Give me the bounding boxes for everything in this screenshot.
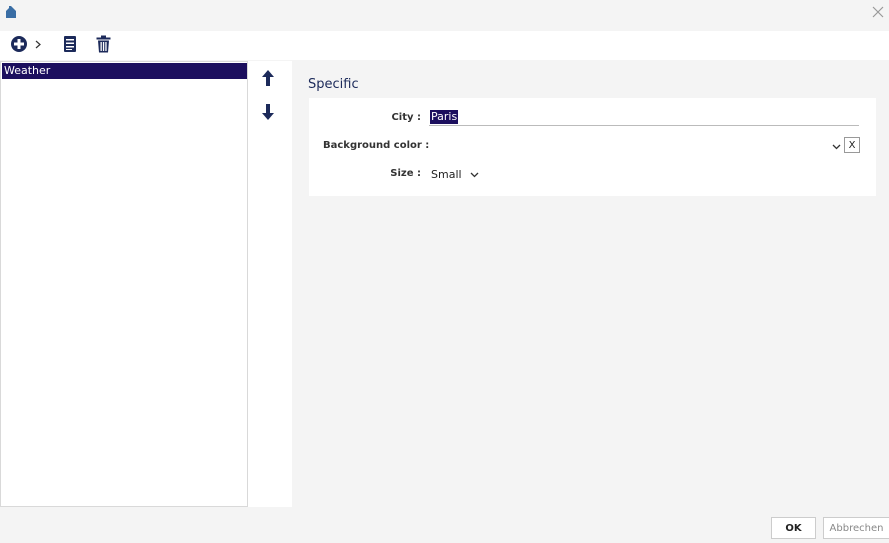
ok-button[interactable]: OK	[771, 517, 816, 539]
form-card: City : Paris Background color : X Size :…	[309, 98, 876, 196]
widget-list: Weather	[0, 61, 248, 507]
document-icon	[63, 35, 77, 56]
chevron-down-icon	[462, 168, 479, 181]
arrow-down-icon	[261, 103, 275, 124]
cancel-button[interactable]: Abbrechen	[823, 517, 889, 539]
move-down-button[interactable]	[260, 103, 276, 123]
clear-background-button[interactable]: X	[844, 137, 860, 153]
background-color-label: Background color :	[323, 140, 430, 151]
size-select[interactable]: Small	[431, 166, 479, 182]
move-up-button[interactable]	[260, 69, 276, 89]
city-label: City :	[391, 112, 421, 123]
city-input[interactable]	[429, 108, 859, 126]
list-item[interactable]: Weather	[2, 63, 247, 79]
size-value: Small	[431, 167, 462, 181]
arrow-up-icon	[261, 69, 275, 90]
chevron-down-icon	[832, 140, 841, 153]
home-icon	[5, 5, 17, 19]
close-icon[interactable]	[870, 4, 886, 20]
plus-circle-icon	[10, 35, 28, 56]
title-bar	[0, 0, 889, 28]
add-button[interactable]	[10, 35, 41, 55]
background-color-select[interactable]	[429, 136, 841, 154]
delete-button[interactable]	[96, 35, 111, 55]
size-label: Size :	[390, 168, 421, 179]
section-title: Specific	[308, 77, 359, 92]
move-panel	[248, 61, 292, 507]
trash-icon	[96, 35, 111, 56]
toolbar	[0, 31, 889, 60]
chevron-right-icon	[35, 39, 41, 52]
edit-button[interactable]	[63, 35, 77, 55]
